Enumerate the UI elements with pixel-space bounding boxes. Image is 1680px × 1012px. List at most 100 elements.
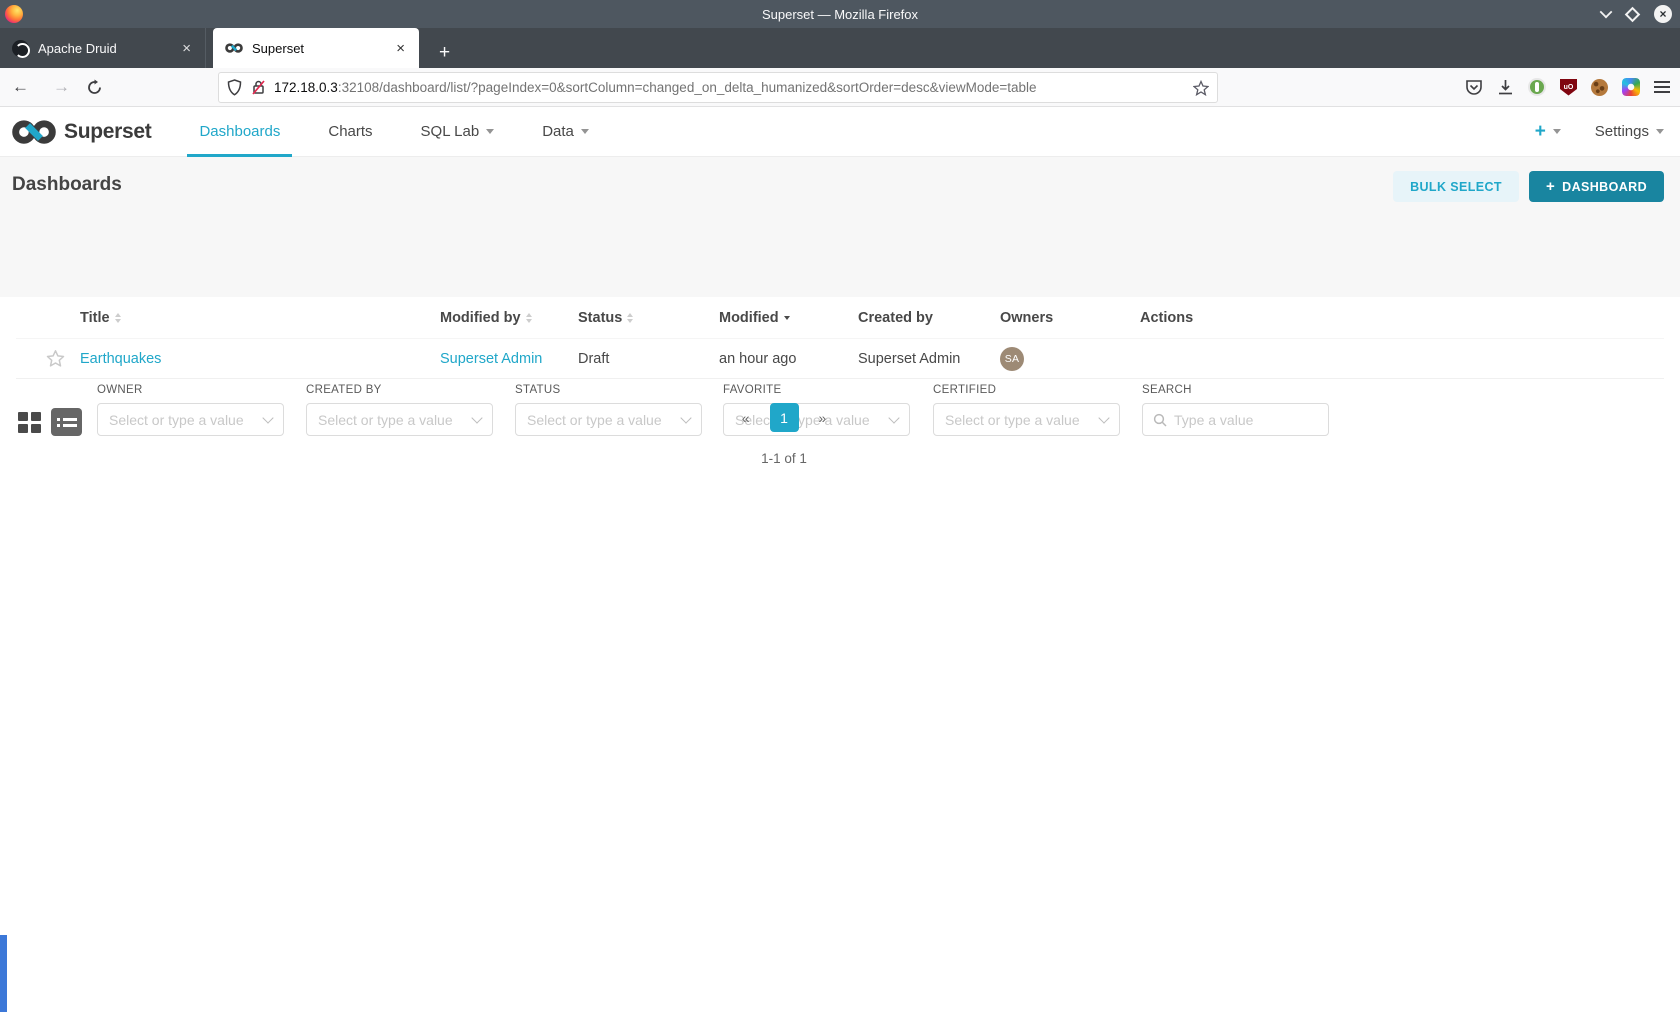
table-header-row: Title Modified by Status Modified Create…	[16, 297, 1664, 338]
dashboards-table: Title Modified by Status Modified Create…	[16, 297, 1664, 379]
column-label: Owners	[1000, 309, 1054, 326]
nav-label: SQL Lab	[420, 123, 480, 140]
filter-label: FAVORITE	[723, 384, 782, 396]
brand-name: Superset	[64, 119, 152, 143]
modified-cell: an hour ago	[719, 350, 797, 367]
toolbar-extensions: uO	[1465, 78, 1670, 96]
chevron-down-icon	[580, 129, 589, 134]
column-label: Modified	[719, 309, 779, 326]
tab-label: Superset	[252, 40, 305, 56]
nav-label: Dashboards	[199, 123, 281, 140]
page-1-button[interactable]: 1	[769, 403, 799, 432]
close-tab-icon[interactable]: ×	[178, 40, 195, 57]
next-page-button[interactable]: »	[811, 406, 835, 430]
filter-label: CERTIFIED	[933, 384, 997, 396]
maximize-icon[interactable]	[1624, 6, 1641, 22]
settings-label: Settings	[1594, 123, 1649, 140]
header-buttons: BULK SELECT + DASHBOARD	[1393, 171, 1664, 202]
plus-icon: +	[1545, 178, 1556, 195]
nav-label: Charts	[328, 123, 373, 140]
nav-charts[interactable]: Charts	[304, 107, 396, 156]
menu-icon[interactable]	[1654, 81, 1670, 93]
superset-favicon-icon	[225, 42, 243, 54]
favorite-cell	[16, 349, 80, 368]
dashboard-title-cell: Earthquakes	[80, 351, 440, 367]
nav-sql-lab[interactable]: SQL Lab	[397, 107, 519, 156]
filter-label: STATUS	[515, 384, 561, 396]
settings-menu[interactable]: Settings	[1595, 123, 1664, 140]
minimize-icon[interactable]	[1599, 5, 1613, 19]
filter-label: OWNER	[97, 384, 143, 396]
window-controls: ×	[1599, 0, 1672, 28]
dashboard-link[interactable]: Earthquakes	[80, 351, 161, 367]
created-by-cell: Superset Admin	[858, 350, 961, 367]
back-icon[interactable]: ←	[0, 77, 41, 97]
column-label: Title	[80, 309, 110, 326]
column-label: Modified by	[440, 309, 521, 326]
cookie-extension-icon[interactable]	[1591, 78, 1608, 96]
status-cell: Draft	[578, 350, 610, 367]
extension-asterisk-icon[interactable]	[1622, 78, 1640, 96]
tab-bar: Apache Druid × Superset × +	[0, 28, 1680, 68]
download-icon[interactable]	[1497, 79, 1514, 96]
close-window-icon[interactable]: ×	[1654, 5, 1672, 23]
pocket-icon[interactable]	[1465, 79, 1483, 96]
page-title: Dashboards	[12, 174, 122, 195]
plus-icon: +	[1534, 120, 1546, 142]
new-tab-button[interactable]: +	[433, 42, 456, 68]
url-bar[interactable]: 172.18.0.3:32108/dashboard/list/?pageInd…	[218, 72, 1218, 103]
column-label: Created by	[858, 309, 933, 326]
filter-label: SEARCH	[1142, 384, 1192, 396]
owners-cell: SA	[1000, 346, 1140, 371]
column-header-title[interactable]: Title	[80, 310, 440, 326]
ublock-origin-icon[interactable]: uO	[1560, 78, 1577, 96]
new-dashboard-label: DASHBOARD	[1562, 179, 1647, 194]
shield-icon[interactable]	[227, 79, 242, 96]
page-header-zone: Dashboards BULK SELECT + DASHBOARD OWNER…	[0, 157, 1680, 436]
owner-avatar[interactable]: SA	[1000, 346, 1024, 371]
column-label: Status	[578, 309, 623, 326]
new-item-menu[interactable]: +	[1535, 121, 1561, 143]
column-header-status[interactable]: Status	[578, 310, 719, 326]
bulk-select-button[interactable]: BULK SELECT	[1393, 171, 1519, 202]
forward-icon[interactable]: →	[41, 77, 82, 97]
superset-navbar: Superset Dashboards Charts SQL Lab Data …	[0, 107, 1680, 157]
nav-dashboards[interactable]: Dashboards	[175, 107, 304, 157]
nav-data[interactable]: Data	[518, 107, 613, 156]
extension-green-icon[interactable]	[1528, 78, 1546, 96]
modified-by-link[interactable]: Superset Admin	[440, 351, 542, 367]
sort-desc-icon	[783, 315, 790, 320]
tab-apache-druid[interactable]: Apache Druid ×	[0, 28, 206, 68]
close-tab-icon[interactable]: ×	[392, 40, 409, 57]
desktop-edge-strip	[0, 935, 7, 1012]
sort-icon	[627, 312, 634, 323]
reload-icon[interactable]	[86, 79, 103, 96]
column-header-created-by: Created by	[858, 310, 1000, 326]
sort-icon	[114, 312, 121, 323]
navbar-right: + Settings	[1535, 121, 1664, 143]
bulk-select-label: BULK SELECT	[1410, 179, 1502, 194]
column-header-modified-by[interactable]: Modified by	[440, 310, 578, 326]
druid-favicon-icon	[12, 39, 30, 58]
tab-label: Apache Druid	[38, 40, 117, 56]
column-header-actions: Actions	[1140, 310, 1664, 326]
url-path: :32108/dashboard/list/?pageIndex=0&sortC…	[337, 80, 1037, 95]
tab-superset[interactable]: Superset ×	[213, 28, 419, 68]
new-dashboard-button[interactable]: + DASHBOARD	[1528, 171, 1664, 202]
superset-logo[interactable]: Superset	[12, 119, 152, 145]
column-header-modified[interactable]: Modified	[719, 310, 858, 326]
column-label: Actions	[1140, 309, 1194, 326]
row-count-summary: 1-1 of 1	[761, 451, 807, 466]
window-title: Superset — Mozilla Firefox	[761, 6, 919, 22]
column-header-owners: Owners	[1000, 310, 1140, 326]
bookmark-star-icon[interactable]	[1193, 79, 1209, 96]
chevron-down-icon	[486, 129, 495, 134]
modified-by-cell: Superset Admin	[440, 351, 578, 367]
insecure-lock-icon[interactable]	[251, 79, 266, 96]
favorite-star-icon[interactable]	[46, 349, 65, 368]
sort-icon	[525, 312, 532, 323]
pagination: « 1 »	[0, 403, 1568, 432]
url-text[interactable]: 172.18.0.3:32108/dashboard/list/?pageInd…	[274, 80, 1193, 95]
prev-page-button[interactable]: «	[734, 406, 758, 430]
filter-label: CREATED BY	[306, 384, 382, 396]
